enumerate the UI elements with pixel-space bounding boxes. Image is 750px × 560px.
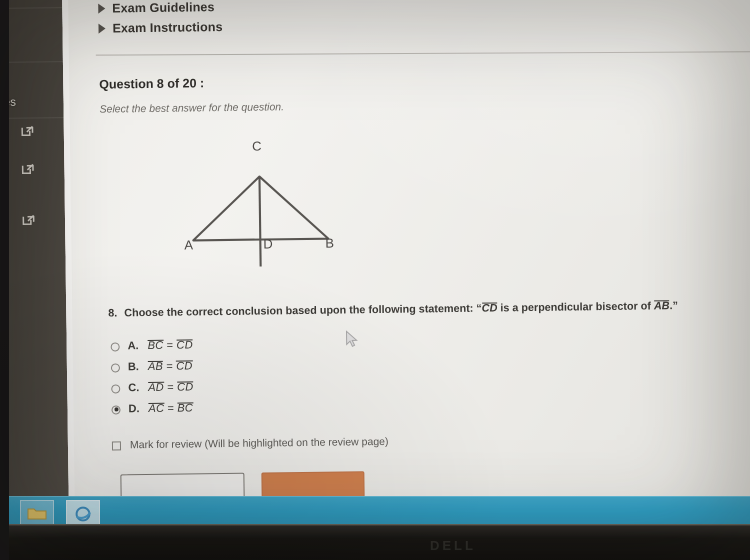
- question-number: 8.: [108, 307, 118, 320]
- option-a-left: BC: [147, 339, 164, 353]
- sidebar-divider-1: [0, 7, 63, 9]
- next-button[interactable]: [261, 471, 365, 499]
- section-divider: [95, 51, 750, 56]
- option-letter-c: C.: [128, 382, 140, 395]
- option-letter-a: A.: [127, 340, 139, 353]
- internet-explorer-icon[interactable]: [66, 500, 100, 527]
- radio-button-a[interactable]: [110, 341, 120, 352]
- radio-button-c[interactable]: [111, 383, 121, 393]
- monitor-bezel: DELL: [0, 524, 750, 560]
- option-expression-d: AC = BC: [148, 402, 194, 416]
- option-c-operator: =: [167, 381, 174, 394]
- caret-right-icon: [98, 3, 106, 14]
- folder-icon[interactable]: [20, 500, 54, 527]
- external-link-icon-2[interactable]: [20, 160, 35, 175]
- monitor-logo: DELL: [430, 538, 476, 553]
- exam-content: Exam Guidelines Exam Instructions Questi…: [62, 0, 750, 509]
- question-counter: Question 8 of 20 :: [99, 76, 205, 92]
- option-a-operator: =: [166, 339, 174, 352]
- option-d-operator: =: [167, 402, 175, 415]
- option-c-left: AD: [148, 381, 164, 395]
- option-b-operator: =: [166, 360, 173, 373]
- collapsible-exam-guidelines[interactable]: Exam Guidelines: [98, 0, 215, 16]
- question-instruction: Select the best answer for the question.: [99, 101, 285, 116]
- radio-button-d[interactable]: [111, 404, 121, 414]
- question-prompt: 8. Choose the correct conclusion based up…: [108, 298, 750, 321]
- option-expression-b: AB = CD: [147, 360, 193, 374]
- exam-page: Exam Guidelines Exam Instructions Questi…: [61, 0, 750, 510]
- option-b-left: AB: [147, 360, 164, 374]
- mark-for-review-label: Mark for review (Will be highlighted on …: [129, 435, 389, 452]
- option-expression-c: AD = CD: [148, 381, 194, 395]
- answer-option-c[interactable]: C. AD = CD: [111, 381, 194, 395]
- diagram-label-d: D: [263, 236, 273, 252]
- mark-for-review-checkbox[interactable]: [111, 440, 122, 450]
- mouse-cursor: [345, 330, 359, 348]
- external-link-icon-3[interactable]: [21, 211, 36, 226]
- option-d-left: AC: [148, 402, 165, 416]
- answer-option-d[interactable]: D. AC = BC: [111, 402, 194, 416]
- segment-cd-overline: CD: [481, 302, 498, 315]
- option-c-right: CD: [176, 381, 194, 394]
- question-text-part1: Choose the correct conclusion based upon…: [124, 302, 482, 320]
- left-edge-shadow: [0, 0, 9, 560]
- option-d-right: BC: [177, 402, 194, 415]
- caret-right-icon: [98, 23, 106, 34]
- geometry-diagram: C A D B: [164, 139, 366, 268]
- diagram-label-b: B: [325, 235, 335, 251]
- collapsible-label-exam-instructions: Exam Instructions: [112, 20, 223, 36]
- option-expression-a: BC = CD: [147, 339, 193, 353]
- collapsible-label-exam-guidelines: Exam Guidelines: [112, 0, 215, 16]
- sidebar-divider-3: [0, 117, 64, 119]
- mark-for-review-row[interactable]: Mark for review (Will be highlighted on …: [111, 435, 389, 452]
- option-letter-b: B.: [127, 361, 140, 374]
- option-a-right: CD: [176, 339, 193, 352]
- question-text-part3: .”: [669, 300, 679, 313]
- diagram-label-c: C: [251, 138, 262, 154]
- radio-button-b[interactable]: [110, 362, 121, 373]
- diagram-label-a: A: [184, 237, 194, 253]
- collapsible-exam-instructions[interactable]: Exam Instructions: [98, 20, 223, 36]
- answer-option-b[interactable]: B. AB = CD: [110, 360, 193, 374]
- monitor-photo: es & ort s & urces: [0, 0, 750, 560]
- segment-ab-overline: AB: [653, 300, 670, 313]
- option-letter-d: D.: [128, 403, 140, 416]
- option-b-right: CD: [176, 360, 193, 373]
- lms-sidebar: es & ort s & urces: [0, 0, 69, 510]
- sidebar-divider-2: [0, 61, 63, 63]
- screen-area: es & ort s & urces: [0, 0, 750, 510]
- external-link-icon-1[interactable]: [20, 122, 35, 137]
- question-text-part2: is a perpendicular bisector of: [497, 300, 655, 315]
- answer-option-a[interactable]: A. BC = CD: [110, 339, 193, 353]
